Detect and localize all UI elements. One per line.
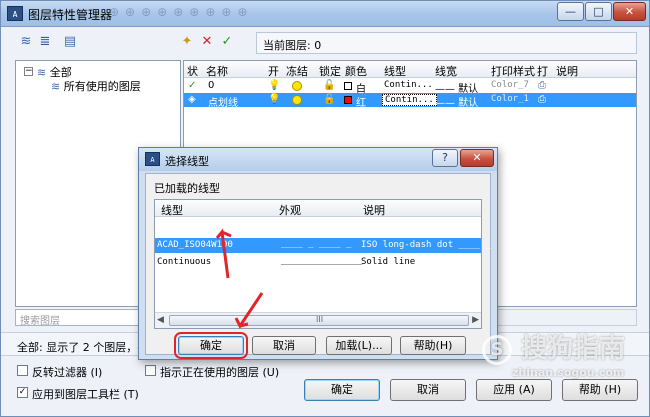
watermark-brand-text: 搜狗指南 xyxy=(521,334,626,364)
watermark-url: zhinan.sogou.com xyxy=(512,366,625,379)
red-arrow-down xyxy=(234,292,264,329)
watermark-brand: S 搜狗指南 xyxy=(482,328,625,365)
red-arrow-up xyxy=(215,228,232,279)
watermark-logo-icon: S xyxy=(482,334,512,365)
